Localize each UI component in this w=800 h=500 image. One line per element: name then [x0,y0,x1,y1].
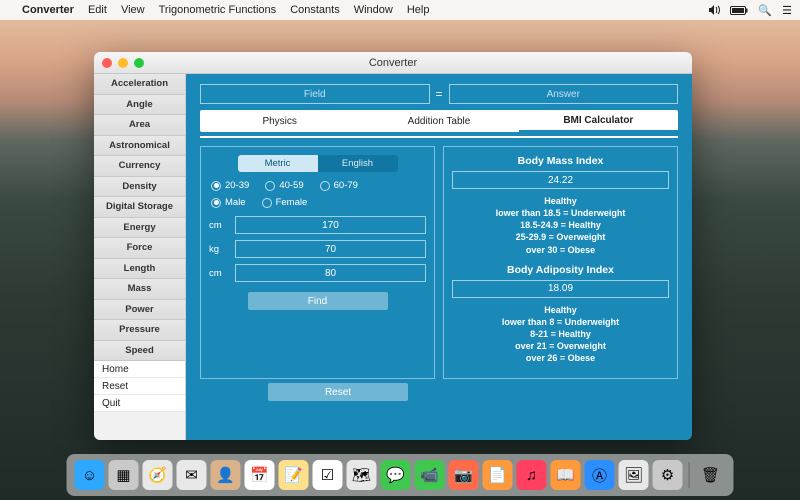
sidebar-item-currency[interactable]: Currency [94,156,185,177]
radio-age-60-79[interactable]: 60-79 [320,180,358,191]
status-icons: 🔍 ☰ [708,4,792,17]
radio-age-40-59[interactable]: 40-59 [265,180,303,191]
menu-trig[interactable]: Trigonometric Functions [159,4,277,16]
bai-desc: Healthylower than 8 = Underweight8-21 = … [452,304,669,365]
dock-calendar-icon[interactable]: 📅 [245,460,275,490]
input-field-cm-2[interactable] [235,264,426,282]
bmi-title: Body Mass Index [452,155,669,167]
sidebar-item-digital-storage[interactable]: Digital Storage [94,197,185,218]
dock-settings-icon[interactable]: ⚙ [653,460,683,490]
sidebar-item-area[interactable]: Area [94,115,185,136]
sidebar-item-density[interactable]: Density [94,177,185,198]
bai-value: 18.09 [452,280,669,298]
window-close-button[interactable] [102,58,112,68]
input-field-cm-0[interactable] [235,216,426,234]
sidebar-action-reset[interactable]: Reset [94,378,185,395]
dock-itunes-icon[interactable]: ♫ [517,460,547,490]
equals-label: = [436,87,443,101]
dock-trash-icon[interactable]: 🗑 [696,460,726,490]
field-input[interactable]: Field [200,84,430,104]
spotlight-icon[interactable]: 🔍 [758,4,772,17]
menu-window[interactable]: Window [354,4,393,16]
dock-finder-icon[interactable]: ☺ [75,460,105,490]
volume-icon[interactable] [708,5,720,15]
sidebar-item-astronomical[interactable]: Astronomical [94,136,185,157]
dock-reminders-icon[interactable]: ☑ [313,460,343,490]
dock-notes-icon[interactable]: 📝 [279,460,309,490]
input-label-2: cm [209,268,229,279]
menu-edit[interactable]: Edit [88,4,107,16]
sidebar-action-home[interactable]: Home [94,361,185,378]
sidebar-item-angle[interactable]: Angle [94,95,185,116]
app-window: Converter AccelerationAngleAreaAstronomi… [94,52,692,440]
sidebar-item-pressure[interactable]: Pressure [94,320,185,341]
dock-ibooks-icon[interactable]: 📖 [551,460,581,490]
dock-launchpad-icon[interactable]: ▦ [109,460,139,490]
dock-separator [689,462,690,488]
input-label-1: kg [209,244,229,255]
dock-preview-icon[interactable]: 🖼 [619,460,649,490]
menu-constants[interactable]: Constants [290,4,340,16]
dock-photobooth-icon[interactable]: 📷 [449,460,479,490]
app-menu[interactable]: Converter [22,4,74,16]
dock-mail-icon[interactable]: ✉ [177,460,207,490]
input-field-kg-1[interactable] [235,240,426,258]
sidebar: AccelerationAngleAreaAstronomicalCurrenc… [94,74,186,440]
tab-physics[interactable]: Physics [200,110,359,132]
sidebar-item-energy[interactable]: Energy [94,218,185,239]
results-panel: Body Mass Index 24.22 Healthylower than … [443,146,678,379]
radio-age-20-39[interactable]: 20-39 [211,180,249,191]
bmi-desc: Healthylower than 18.5 = Underweight18.5… [452,195,669,256]
reset-button[interactable]: Reset [268,383,408,401]
dock-facetime-icon[interactable]: 📹 [415,460,445,490]
input-panel: Metric English 20-39 40-59 60-79 Male Femal… [200,146,435,379]
tab-bmi-calculator[interactable]: BMI Calculator [519,110,678,132]
dock-contacts-icon[interactable]: 👤 [211,460,241,490]
unit-segmented-control[interactable]: Metric English [238,155,398,172]
sidebar-item-acceleration[interactable]: Acceleration [94,74,185,95]
bai-title: Body Adiposity Index [452,264,669,276]
answer-output: Answer [449,84,679,104]
dock: ☺▦🧭✉👤📅📝☑🗺💬📹📷📄♫📖Ⓐ🖼⚙ 🗑 [67,454,734,496]
dock-safari-icon[interactable]: 🧭 [143,460,173,490]
radio-sex-male[interactable]: Male [211,197,246,208]
dock-appstore-icon[interactable]: Ⓐ [585,460,615,490]
main-panel: Field = Answer PhysicsAddition TableBMI … [186,74,692,440]
dock-pages-icon[interactable]: 📄 [483,460,513,490]
menu-help[interactable]: Help [407,4,430,16]
radio-sex-female[interactable]: Female [262,197,308,208]
sidebar-item-power[interactable]: Power [94,300,185,321]
sidebar-item-speed[interactable]: Speed [94,341,185,362]
dock-maps-icon[interactable]: 🗺 [347,460,377,490]
battery-icon[interactable] [730,6,748,15]
input-label-0: cm [209,220,229,231]
sidebar-action-quit[interactable]: Quit [94,395,185,412]
sidebar-item-mass[interactable]: Mass [94,279,185,300]
notification-center-icon[interactable]: ☰ [782,4,792,17]
bmi-value: 24.22 [452,171,669,189]
window-maximize-button[interactable] [134,58,144,68]
window-titlebar[interactable]: Converter [94,52,692,74]
seg-english[interactable]: English [318,155,398,172]
menu-view[interactable]: View [121,4,145,16]
mac-menubar: Converter Edit View Trigonometric Functi… [0,0,800,20]
dock-messages-icon[interactable]: 💬 [381,460,411,490]
tab-addition-table[interactable]: Addition Table [359,110,518,132]
window-minimize-button[interactable] [118,58,128,68]
sidebar-item-force[interactable]: Force [94,238,185,259]
tab-bar: PhysicsAddition TableBMI Calculator [200,110,678,132]
find-button[interactable]: Find [248,292,388,310]
sidebar-item-length[interactable]: Length [94,259,185,280]
window-title: Converter [94,57,692,69]
seg-metric[interactable]: Metric [238,155,318,172]
